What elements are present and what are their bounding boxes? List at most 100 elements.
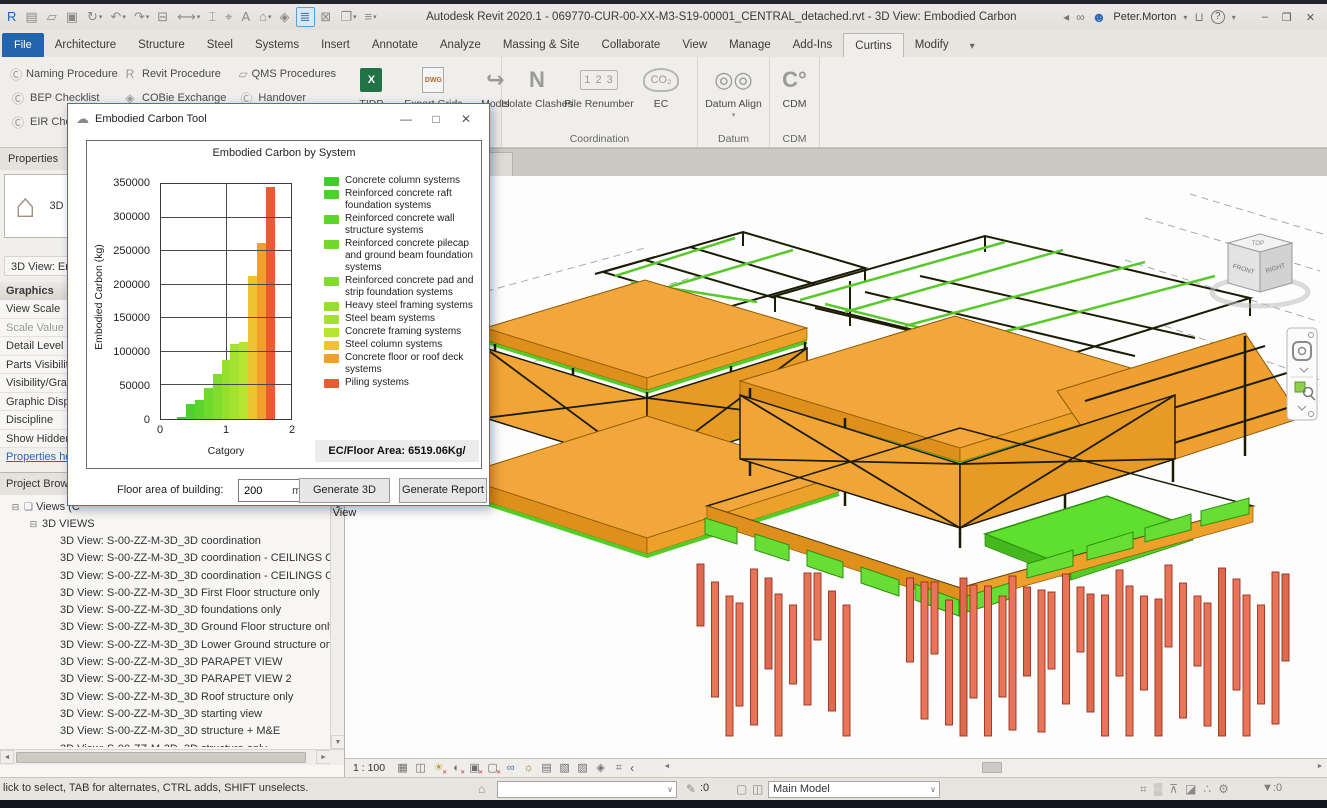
ribbon-tab[interactable]: Manage — [718, 33, 782, 57]
ribbon-tab[interactable]: Steel — [196, 33, 244, 57]
project-browser-item[interactable]: 3D View: S-00-ZZ-M-3D_3D starting view — [0, 706, 332, 723]
ribbon-tab[interactable]: View — [671, 33, 718, 57]
help-menu-arrow-icon[interactable]: ▾ — [1232, 13, 1236, 22]
print-icon[interactable]: ⊟ — [154, 7, 172, 27]
aligned-dimension-icon[interactable]: ⌶ — [205, 7, 220, 27]
tag-icon[interactable]: ⌖ — [222, 7, 236, 27]
tree-collapse-icon[interactable]: ⊟ — [28, 516, 39, 533]
restore-button[interactable]: ❐ — [1282, 11, 1292, 24]
naming-procedure-button[interactable]: ⒸNaming Procedure — [4, 62, 116, 86]
analytical-model-icon[interactable]: ▧ — [557, 760, 572, 777]
tree-node-3d-views[interactable]: ⊟3D VIEWS — [0, 516, 332, 533]
crop-view-icon[interactable]: ▣✕ — [467, 760, 482, 777]
active-workset-select[interactable]: ∨ — [497, 781, 677, 798]
project-browser-item[interactable]: 3D View: S-00-ZZ-M-3D_3D coordination - … — [0, 550, 332, 567]
browser-vertical-scrollbar[interactable]: ▲ ▼ — [330, 499, 344, 749]
customize-qat-icon[interactable]: ≡ ▾ — [361, 7, 379, 27]
project-browser-item[interactable]: 3D View: S-00-ZZ-M-3D_3D First Floor str… — [0, 585, 332, 602]
model-canvas[interactable]: TOP FRONT RIGHT — [345, 176, 1327, 758]
panel-label-coordination[interactable]: Coordination — [502, 131, 697, 147]
measure-icon[interactable]: ⟷ ▾ — [174, 7, 203, 27]
minimize-button[interactable]: – — [1262, 11, 1268, 23]
canvas-horizontal-scrollbar[interactable]: ◄ ► — [660, 758, 1327, 777]
generate-3d-view-button[interactable]: Generate 3D View — [299, 478, 390, 503]
scroll-down-icon[interactable]: ▼ — [331, 735, 345, 749]
project-browser-item[interactable]: 3D View: S-00-ZZ-M-3D_3D PARAPET VIEW 2 — [0, 671, 332, 688]
redo-icon[interactable]: ↷ ▾ — [131, 7, 152, 27]
shadows-icon[interactable]: ◐✕ — [449, 760, 464, 777]
project-browser-item[interactable]: 3D View: S-00-ZZ-M-3D_3D structure only — [0, 741, 332, 747]
project-browser-item[interactable]: 3D View: S-00-ZZ-M-3D_3D PARAPET VIEW — [0, 654, 332, 671]
signed-in-user[interactable]: Peter.Morton — [1113, 11, 1176, 23]
project-browser-item[interactable]: 3D View: S-00-ZZ-M-3D_3D Lower Ground st… — [0, 637, 332, 654]
select-links-icon[interactable]: ⌗ — [1140, 782, 1147, 797]
generate-report-button[interactable]: Generate Report — [399, 478, 487, 503]
ribbon-tab[interactable]: Massing & Site — [492, 33, 591, 57]
default-3d-view-icon[interactable]: ⌂ ▾ — [256, 7, 274, 27]
project-browser-item[interactable]: 3D View: S-00-ZZ-M-3D_3D coordination - … — [0, 568, 332, 585]
revit-procedure-button[interactable]: RRevit Procedure — [116, 62, 232, 86]
pile-renumber-button[interactable]: 1 2 3 Pile Renumber — [568, 60, 630, 110]
section-icon[interactable]: ◈ — [277, 7, 294, 27]
collapse-view-bar-icon[interactable]: ‹ — [630, 761, 634, 775]
search-binoculars-icon[interactable]: ∞ — [1076, 10, 1085, 24]
switch-windows-icon[interactable]: ❐ ▾ — [337, 7, 359, 27]
dialog-close-button[interactable]: ✕ — [451, 112, 481, 126]
panel-label-datum[interactable]: Datum — [698, 131, 769, 147]
show-crop-region-icon[interactable]: ▢✕ — [485, 760, 500, 777]
new-file-icon[interactable]: ▤ — [22, 7, 41, 27]
thin-lines-icon[interactable]: ≣ — [296, 7, 316, 27]
user-menu-arrow-icon[interactable]: ▾ — [1183, 13, 1187, 22]
ribbon-tab[interactable]: Architecture — [44, 33, 127, 57]
view-scale-button[interactable]: 1 : 100 — [353, 762, 385, 774]
selection-filter[interactable]: ▼:0 — [1262, 782, 1282, 794]
app-store-cart-icon[interactable]: ⊔ — [1194, 10, 1203, 24]
close-inactive-windows-icon[interactable]: ⊠ — [317, 7, 335, 27]
detail-level-icon[interactable]: ▦ — [395, 760, 410, 777]
scrollbar-thumb[interactable] — [16, 752, 306, 763]
dialog-minimize-button[interactable]: — — [391, 112, 421, 126]
scroll-right-icon[interactable]: ► — [316, 750, 330, 764]
select-pinned-elements-icon[interactable]: ⊼ — [1169, 782, 1178, 797]
scroll-left-icon[interactable]: ◄ — [660, 760, 674, 774]
sync-with-central-icon[interactable]: ↻ ▾ — [84, 7, 105, 27]
ribbon-tab[interactable]: Annotate — [361, 33, 429, 57]
drawing-area[interactable]: ◰{3D} — [345, 148, 1327, 777]
panel-label-cdm[interactable]: CDM — [770, 131, 819, 147]
reveal-constraints-icon[interactable]: ⌗ — [611, 760, 626, 777]
project-browser-item[interactable]: 3D View: S-00-ZZ-M-3D_3D coordination — [0, 533, 332, 550]
navigation-bar[interactable] — [1287, 328, 1317, 420]
temporary-hide-isolate-icon[interactable]: ∞ — [503, 760, 518, 777]
reveal-hidden-elements-icon[interactable]: ☼ — [521, 760, 536, 777]
ec-button[interactable]: CO₂ EC — [630, 60, 692, 110]
visual-style-icon[interactable]: ◫ — [413, 760, 428, 777]
select-elements-by-face-icon[interactable]: ◪ — [1185, 782, 1196, 797]
open-icon[interactable]: ▱ — [44, 7, 61, 27]
viewcube[interactable]: TOP FRONT RIGHT — [1212, 234, 1308, 306]
project-browser-item[interactable]: 3D View: S-00-ZZ-M-3D_3D Ground Floor st… — [0, 619, 332, 636]
close-button[interactable]: ✕ — [1306, 11, 1315, 24]
project-browser-item[interactable]: 3D View: S-00-ZZ-M-3D_3D structure + M&E — [0, 723, 332, 740]
project-browser-item[interactable]: 3D View: S-00-ZZ-M-3D_3D Roof structure … — [0, 689, 332, 706]
design-options-icon[interactable]: ◫ — [752, 782, 763, 796]
dialog-title-bar[interactable]: ☁ Embodied Carbon Tool — □ ✕ — [68, 104, 489, 134]
design-option-select[interactable]: Main Model ∨ — [768, 781, 940, 798]
ribbon-tab[interactable]: Structure — [127, 33, 196, 57]
qms-procedures-button[interactable]: ▱QMS Procedures — [232, 62, 340, 86]
ribbon-tab[interactable]: Modify — [904, 33, 960, 57]
app-menu-r-logo[interactable]: R — [4, 7, 20, 27]
sun-path-icon[interactable]: ☀✕ — [431, 760, 446, 777]
temporary-view-properties-icon[interactable]: ▤ — [539, 760, 554, 777]
help-icon[interactable]: ? — [1211, 10, 1225, 24]
scrollbar-thumb[interactable] — [982, 762, 1002, 773]
scroll-right-icon[interactable]: ► — [1313, 760, 1327, 774]
tab-file[interactable]: File — [2, 33, 44, 57]
save-icon[interactable]: ▣ — [63, 7, 82, 27]
worksets-icon[interactable]: ⌂ — [478, 782, 485, 796]
tree-collapse-icon[interactable]: ⊟ — [10, 499, 21, 516]
cdm-button[interactable]: C° CDM — [774, 60, 815, 110]
drag-elements-on-selection-icon[interactable]: ∴ — [1203, 782, 1211, 797]
ribbon-tab[interactable]: Systems — [244, 33, 310, 57]
isolate-clashes-button[interactable]: N Isolate Clashes — [506, 60, 568, 110]
tab-overflow-icon[interactable]: ▾ — [960, 41, 981, 57]
